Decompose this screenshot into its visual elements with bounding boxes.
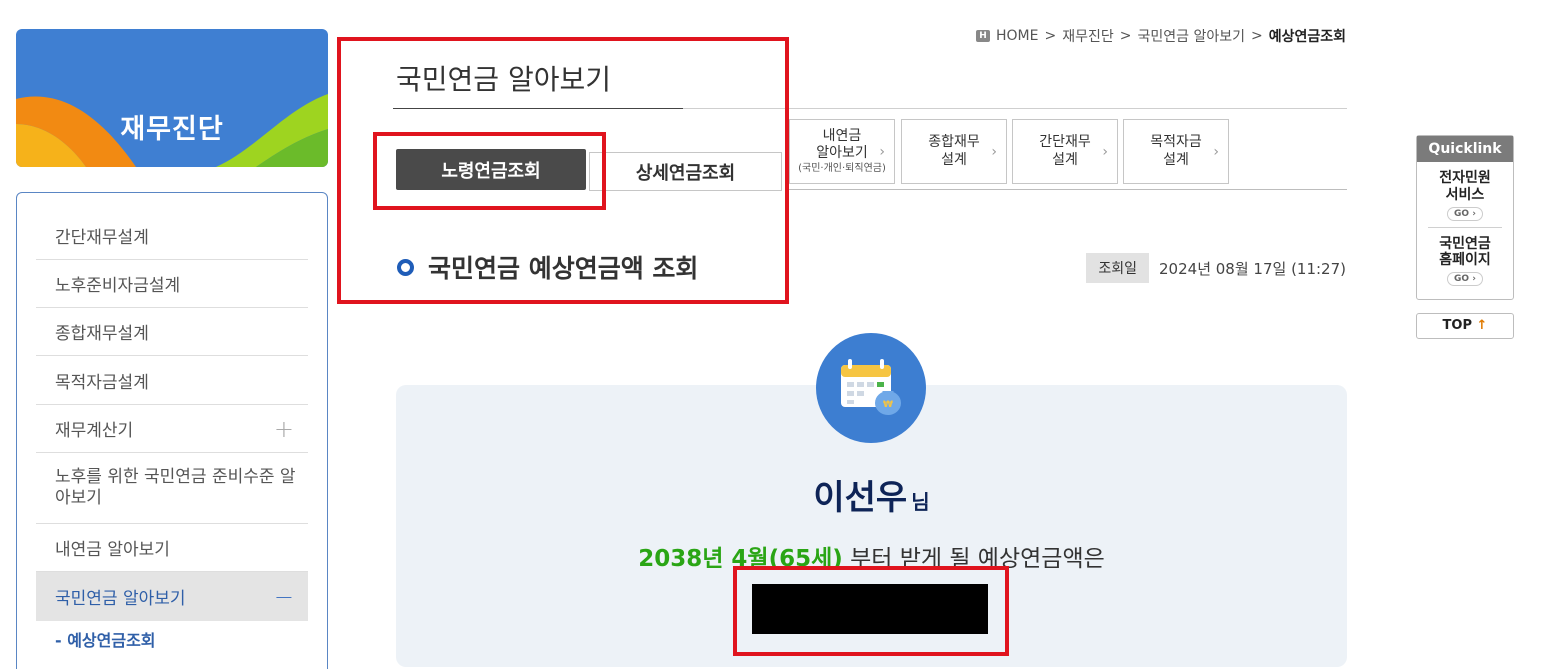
quick-button-simple[interactable]: 간단재무 설계 › bbox=[1012, 119, 1118, 184]
go-button[interactable]: GO › bbox=[1447, 206, 1483, 221]
quick-button-line1: 목적자금 bbox=[1150, 134, 1202, 150]
quicklink-item-line2: 홈페이지 bbox=[1439, 252, 1491, 269]
sidebar-item-pension-readiness[interactable]: 노후를 위한 국민연금 준비수준 알아보기 bbox=[36, 453, 308, 524]
quicklink-panel: Quicklink 전자민원 서비스 GO › 국민연금 홈페이지 GO › bbox=[1416, 135, 1514, 300]
breadcrumb-home[interactable]: HOME bbox=[996, 28, 1038, 44]
quick-button-line1: 내연금 bbox=[822, 127, 862, 144]
sidebar-banner-title: 재무진단 bbox=[120, 114, 224, 145]
home-icon: H bbox=[976, 30, 990, 42]
highlight-box-amount bbox=[733, 566, 1009, 656]
sidebar-item-national-pension[interactable]: 국민연금 알아보기 − bbox=[36, 572, 308, 621]
breadcrumb-item[interactable]: 재무진단 bbox=[1062, 26, 1114, 46]
breadcrumb-separator-icon: > bbox=[1044, 28, 1057, 44]
expand-icon[interactable]: + bbox=[274, 415, 294, 443]
sidebar-item-label: 노후준비자금설계 bbox=[55, 276, 181, 296]
sidebar-subitem-expected-pension[interactable]: - 예상연금조회 bbox=[36, 621, 308, 657]
sidebar-item-label: 간단재무설계 bbox=[55, 228, 149, 248]
user-name-line: 이선우 님 bbox=[396, 470, 1347, 519]
chevron-right-icon: › bbox=[991, 144, 997, 160]
quick-buttons-baseline bbox=[789, 189, 1347, 190]
collapse-icon[interactable]: − bbox=[274, 583, 294, 611]
sidebar-item-label: 내연금 알아보기 bbox=[55, 540, 170, 560]
breadcrumb-separator-icon: > bbox=[1250, 28, 1263, 44]
sidebar-item-label: 목적자금설계 bbox=[55, 372, 149, 393]
query-date-label: 조회일 bbox=[1086, 253, 1150, 283]
quick-button-line2: 알아보기 bbox=[816, 145, 868, 162]
query-date: 조회일 2024년 08월 17일 (11:27) bbox=[1086, 253, 1346, 283]
quicklink-item-civil-service[interactable]: 전자민원 서비스 GO › bbox=[1417, 162, 1513, 221]
top-button-label: TOP bbox=[1442, 318, 1472, 333]
quick-button-line2: 설계 bbox=[941, 151, 967, 168]
chevron-right-icon: › bbox=[1102, 144, 1108, 160]
breadcrumb-separator-icon: > bbox=[1119, 28, 1132, 44]
query-date-value: 2024년 08월 17일 (11:27) bbox=[1159, 259, 1346, 278]
chevron-right-icon: › bbox=[1213, 144, 1219, 160]
chevron-right-icon: › bbox=[879, 144, 885, 160]
sidebar-item-retirement-plan[interactable]: 노후준비자금설계 bbox=[36, 260, 308, 308]
quick-button-my-pension[interactable]: 내연금 알아보기 (국민·개인·퇴직연금) › bbox=[789, 119, 895, 184]
user-name: 이선우 bbox=[813, 478, 908, 518]
sidebar-item-label: 노후를 위한 국민연금 준비수준 알아보기 bbox=[55, 466, 296, 508]
banner-swoosh-graphic bbox=[16, 94, 328, 167]
highlight-box-tab bbox=[373, 132, 606, 210]
sidebar-item-simple-plan[interactable]: 간단재무설계 bbox=[36, 212, 308, 260]
sidebar-item-comprehensive-plan[interactable]: 종합재무설계 bbox=[36, 308, 308, 356]
breadcrumb-item[interactable]: 국민연금 알아보기 bbox=[1137, 26, 1245, 46]
quicklink-item-line2: 서비스 bbox=[1445, 186, 1485, 203]
sidebar-item-calculator[interactable]: 재무계산기 + bbox=[36, 405, 308, 453]
sidebar-item-my-pension[interactable]: 내연금 알아보기 bbox=[36, 524, 308, 572]
quick-button-line1: 종합재무 bbox=[928, 134, 980, 150]
quicklink-item-line1: 전자민원 bbox=[1439, 170, 1491, 186]
quick-button-line2: 설계 bbox=[1163, 151, 1189, 168]
arrow-up-icon: ↑ bbox=[1476, 318, 1488, 333]
quick-button-goal-fund[interactable]: 목적자금 설계 › bbox=[1123, 119, 1229, 184]
breadcrumb: H HOME > 재무진단 > 국민연금 알아보기 > 예상연금조회 bbox=[976, 26, 1346, 46]
quicklink-header: Quicklink bbox=[1417, 136, 1513, 162]
user-name-suffix: 님 bbox=[911, 490, 930, 514]
quick-button-comprehensive[interactable]: 종합재무 설계 › bbox=[901, 119, 1007, 184]
sidebar-item-label: 재무계산기 bbox=[55, 421, 134, 441]
sidebar-item-goal-fund-plan[interactable]: 목적자금설계 bbox=[36, 356, 308, 405]
sidebar-item-label: 종합재무설계 bbox=[55, 324, 149, 344]
sidebar-item-label: 국민연금 알아보기 bbox=[55, 589, 186, 609]
quicklink-item-line1: 국민연금 bbox=[1439, 235, 1491, 252]
quick-button-line1: 간단재무 bbox=[1039, 134, 1091, 150]
breadcrumb-current: 예상연금조회 bbox=[1268, 29, 1346, 45]
sidebar-banner: 재무진단 bbox=[16, 29, 328, 167]
quick-button-sub: (국민·개인·퇴직연금) bbox=[798, 162, 886, 174]
quicklink-item-nps-homepage[interactable]: 국민연금 홈페이지 GO › bbox=[1417, 228, 1513, 287]
top-button[interactable]: TOP ↑ bbox=[1416, 313, 1514, 339]
svg-text:₩: ₩ bbox=[883, 400, 893, 410]
go-button[interactable]: GO › bbox=[1447, 272, 1483, 287]
quick-button-line2: 설계 bbox=[1052, 151, 1078, 168]
sidebar-menu: 간단재무설계 노후준비자금설계 종합재무설계 목적자금설계 재무계산기 + 노후… bbox=[16, 192, 328, 669]
calendar-money-icon: ₩ bbox=[816, 333, 926, 443]
